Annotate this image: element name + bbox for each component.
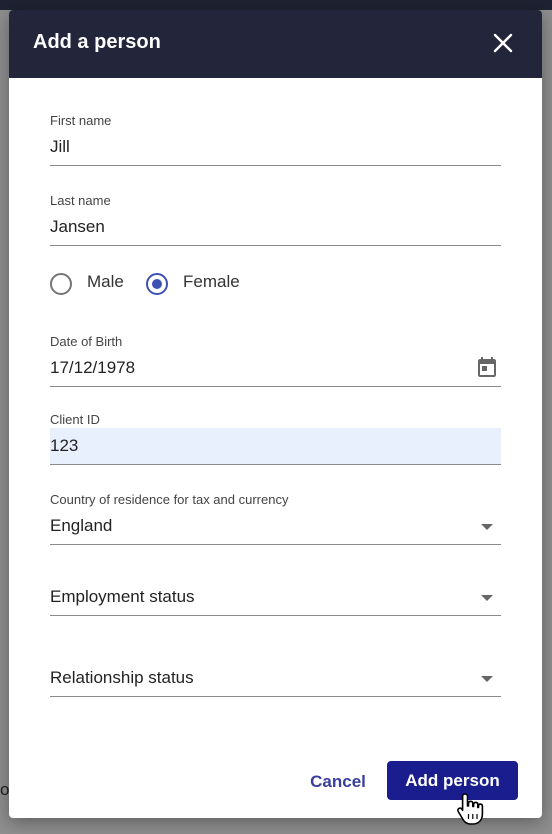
employment-select[interactable]: Employment status xyxy=(50,579,501,616)
country-field: Country of residence for tax and currenc… xyxy=(50,492,501,545)
employment-placeholder: Employment status xyxy=(50,587,195,606)
client-id-field: Client ID 123 xyxy=(50,412,501,465)
cancel-button[interactable]: Cancel xyxy=(301,764,375,800)
last-name-label: Last name xyxy=(50,193,111,208)
add-person-dialog: Add a person First name Jill Last name J… xyxy=(9,10,542,818)
last-name-input[interactable]: Jansen xyxy=(50,209,501,246)
chevron-down-icon[interactable] xyxy=(481,676,493,682)
first-name-input[interactable]: Jill xyxy=(50,129,501,166)
country-select[interactable]: England xyxy=(50,508,501,545)
relationship-placeholder: Relationship status xyxy=(50,668,194,687)
male-label[interactable]: Male xyxy=(87,272,124,292)
chevron-down-icon[interactable] xyxy=(481,595,493,601)
dob-label: Date of Birth xyxy=(50,334,123,349)
dialog-header: Add a person xyxy=(9,10,542,78)
dob-value: 17/12/1978 xyxy=(50,358,136,377)
dob-input[interactable]: 17/12/1978 xyxy=(50,350,501,387)
country-value: England xyxy=(50,516,113,535)
hand-pointer-icon xyxy=(457,793,484,825)
client-id-label: Client ID xyxy=(50,412,100,427)
last-name-value: Jansen xyxy=(50,217,105,236)
calendar-icon[interactable] xyxy=(475,356,499,380)
female-radio[interactable] xyxy=(146,273,168,295)
client-id-value: 123 xyxy=(50,436,79,455)
last-name-field: Last name Jansen xyxy=(50,193,501,246)
first-name-field: First name Jill xyxy=(50,113,501,166)
first-name-label: First name xyxy=(50,113,112,128)
employment-field: Employment status xyxy=(50,579,501,616)
male-radio[interactable] xyxy=(50,273,72,295)
dob-field: Date of Birth 17/12/1978 xyxy=(50,334,501,387)
first-name-value: Jill xyxy=(50,137,70,156)
chevron-down-icon[interactable] xyxy=(481,524,493,530)
dialog-title: Add a person xyxy=(33,31,161,53)
country-label: Country of residence for tax and currenc… xyxy=(50,492,289,507)
add-person-button[interactable]: Add person xyxy=(387,761,518,800)
female-label[interactable]: Female xyxy=(183,272,240,292)
app-top-bar xyxy=(0,0,552,10)
close-icon[interactable] xyxy=(491,31,515,55)
client-id-input[interactable]: 123 xyxy=(50,428,501,465)
relationship-field: Relationship status xyxy=(50,660,501,697)
relationship-select[interactable]: Relationship status xyxy=(50,660,501,697)
